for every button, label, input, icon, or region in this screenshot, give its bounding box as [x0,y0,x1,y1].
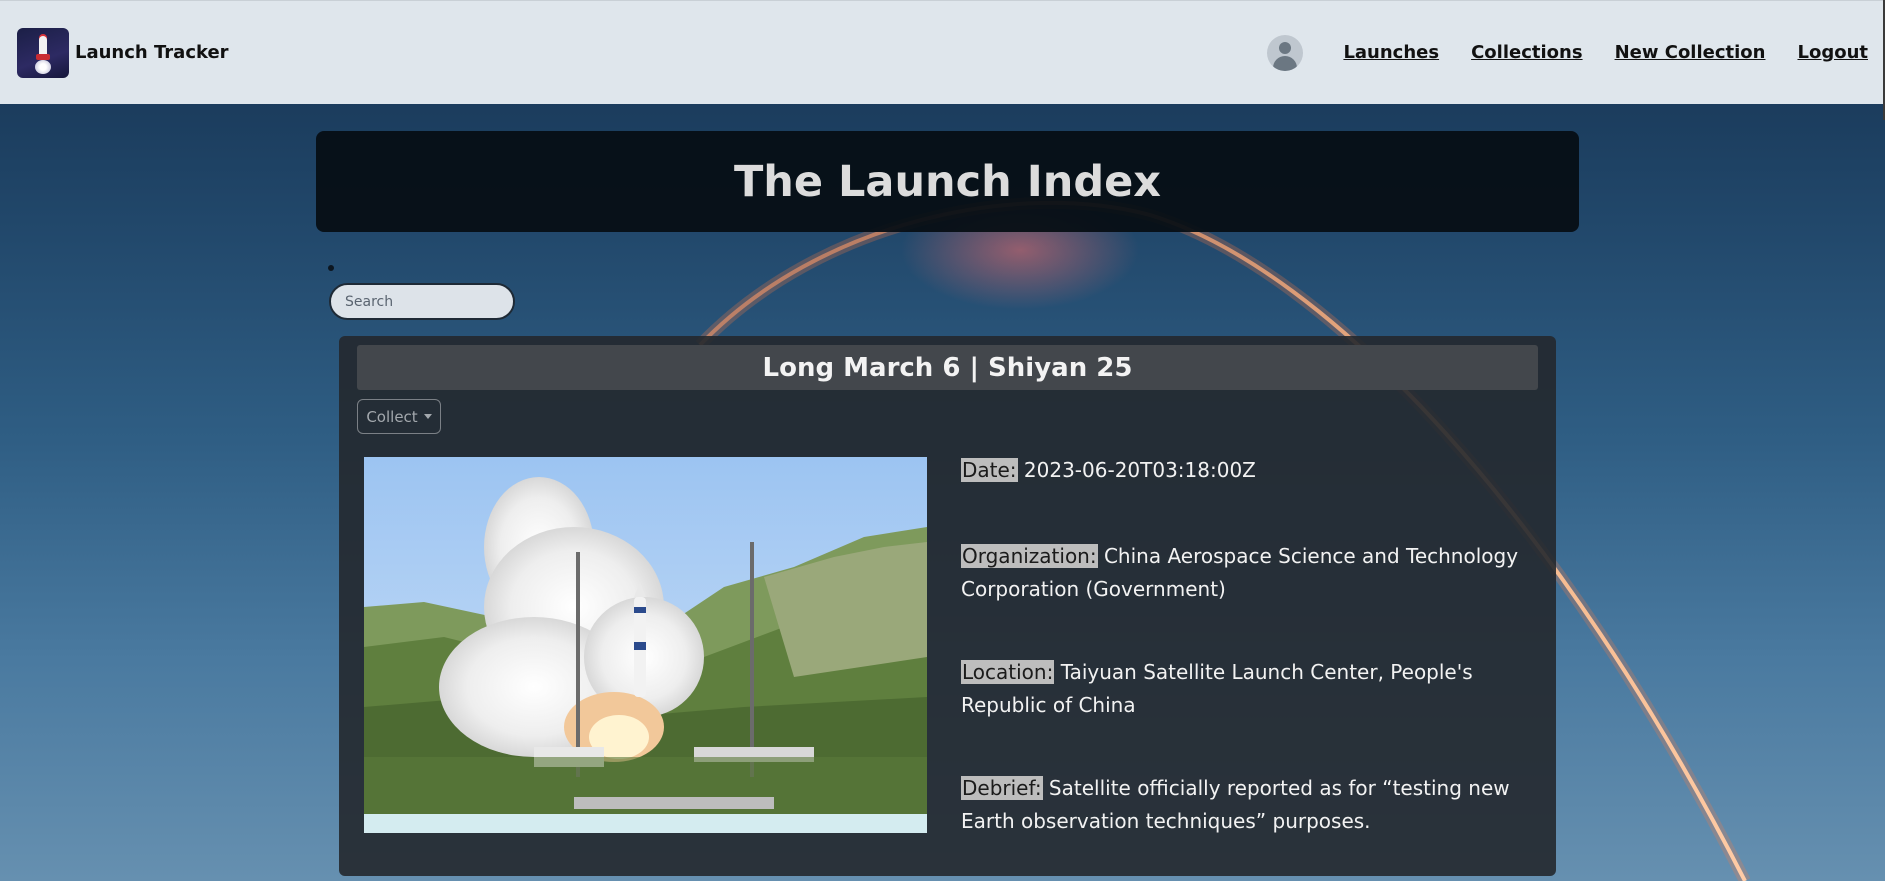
brand-title[interactable]: Launch Tracker [75,42,229,63]
nav-link-new-collection[interactable]: New Collection [1615,42,1766,63]
location-label: Location: [961,660,1055,684]
nav-link-collections[interactable]: Collections [1471,42,1582,63]
nav-link-launches[interactable]: Launches [1343,42,1439,63]
debrief-row: Debrief: Satellite officially reported a… [961,772,1536,838]
user-avatar-icon[interactable] [1267,34,1304,71]
nav-link-logout[interactable]: Logout [1797,42,1868,63]
list-bullet [328,265,334,271]
launch-title: Long March 6 | Shiyan 25 [762,352,1133,383]
organization-label: Organization: [961,544,1098,568]
date-value: 2023-06-20T03:18:00Z [1023,458,1256,482]
collect-label: Collect [366,407,418,426]
caret-down-icon [423,414,432,419]
brand[interactable]: Launch Tracker [17,27,229,78]
date-label: Date: [961,458,1018,482]
launch-card-header: Long March 6 | Shiyan 25 [357,345,1538,390]
debrief-value: Satellite officially reported as for “te… [961,776,1510,833]
search-input[interactable] [329,283,515,320]
date-row: Date: 2023-06-20T03:18:00Z [961,454,1256,487]
location-row: Location: Taiyuan Satellite Launch Cente… [961,656,1536,722]
rocket-logo-icon[interactable] [17,27,69,78]
organization-row: Organization: China Aerospace Science an… [961,540,1536,606]
page-title: The Launch Index [733,156,1162,207]
launch-card: Long March 6 | Shiyan 25 Collect Date: 2… [339,336,1556,876]
debrief-label: Debrief: [961,776,1043,800]
top-navbar: Launch Tracker Launches Collections New … [0,0,1885,104]
collect-dropdown-button[interactable]: Collect [357,399,441,434]
nav-links: Launches Collections New Collection Logo… [1267,34,1868,71]
page-banner: The Launch Index [316,131,1579,232]
launch-photo [364,457,927,833]
